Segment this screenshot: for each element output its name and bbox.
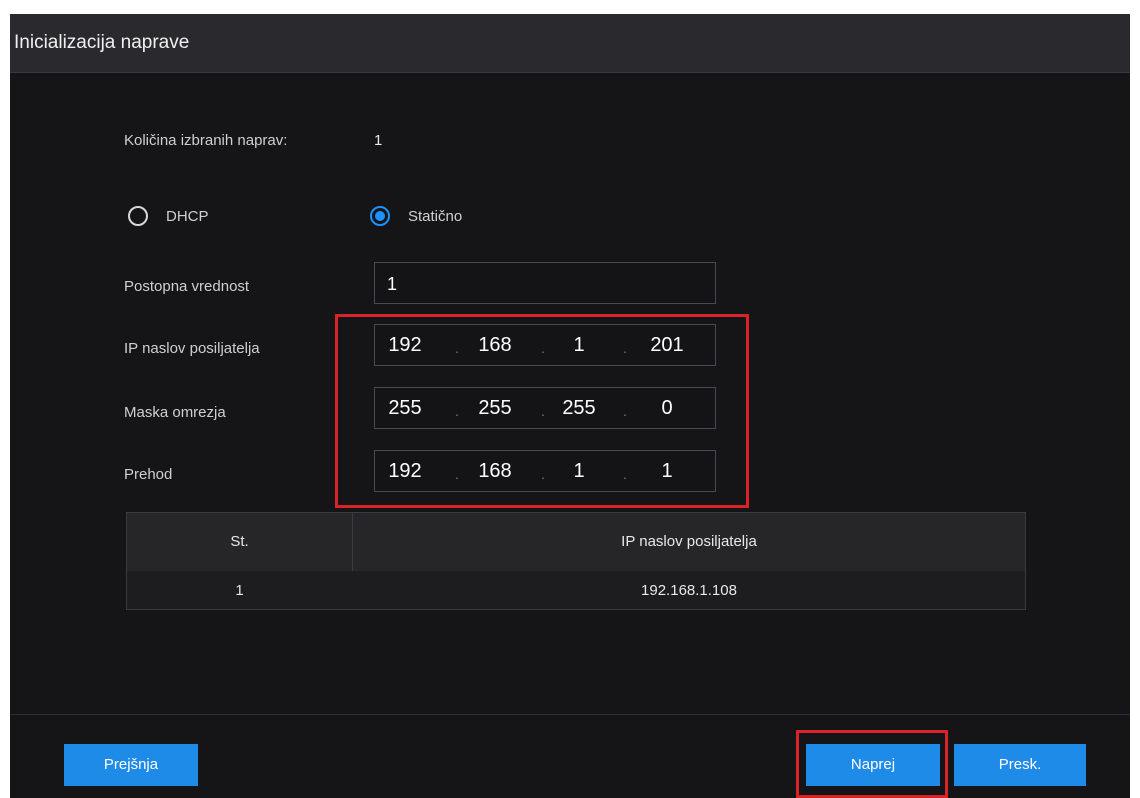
increment-label: Postopna vrednost [124,278,250,295]
static-radio[interactable] [370,206,390,226]
gateway-label: Prehod [124,466,173,483]
selected-count-label: Količina izbranih naprav: [124,132,288,149]
dialog-title: Inicializacija naprave [14,32,190,53]
row-ip: 192.168.1.108 [641,582,737,599]
increment-input[interactable]: 1 [374,262,716,304]
device-table: St. IP naslov posiljatelja 1 192.168.1.1… [126,512,1026,610]
column-header-ip: IP naslov posiljatelja [621,533,757,550]
dhcp-label: DHCP [166,208,209,225]
increment-value: 1 [387,274,398,294]
ip-label: IP naslov posiljatelja [124,340,260,357]
previous-button[interactable]: Prejšnja [64,744,198,786]
skip-button[interactable]: Presk. [954,744,1086,786]
table-row[interactable]: 1 192.168.1.108 [127,571,1025,609]
mask-label: Maska omrezja [124,404,226,421]
next-button-highlight [796,730,948,798]
dhcp-radio[interactable] [128,206,148,226]
previous-button-label: Prejšnja [103,756,159,773]
dialog-titlebar: Inicializacija naprave [10,14,1130,73]
row-number: 1 [235,582,244,599]
init-device-dialog: Inicializacija naprave Količina izbranih… [10,14,1130,798]
skip-button-label: Presk. [998,756,1042,773]
network-fields-highlight [335,314,749,508]
table-header: St. IP naslov posiljatelja [127,513,1025,571]
static-label: Statično [408,208,463,225]
footer-divider [10,714,1130,715]
selected-count-value: 1 [374,132,383,149]
column-header-no: St. [230,533,249,550]
